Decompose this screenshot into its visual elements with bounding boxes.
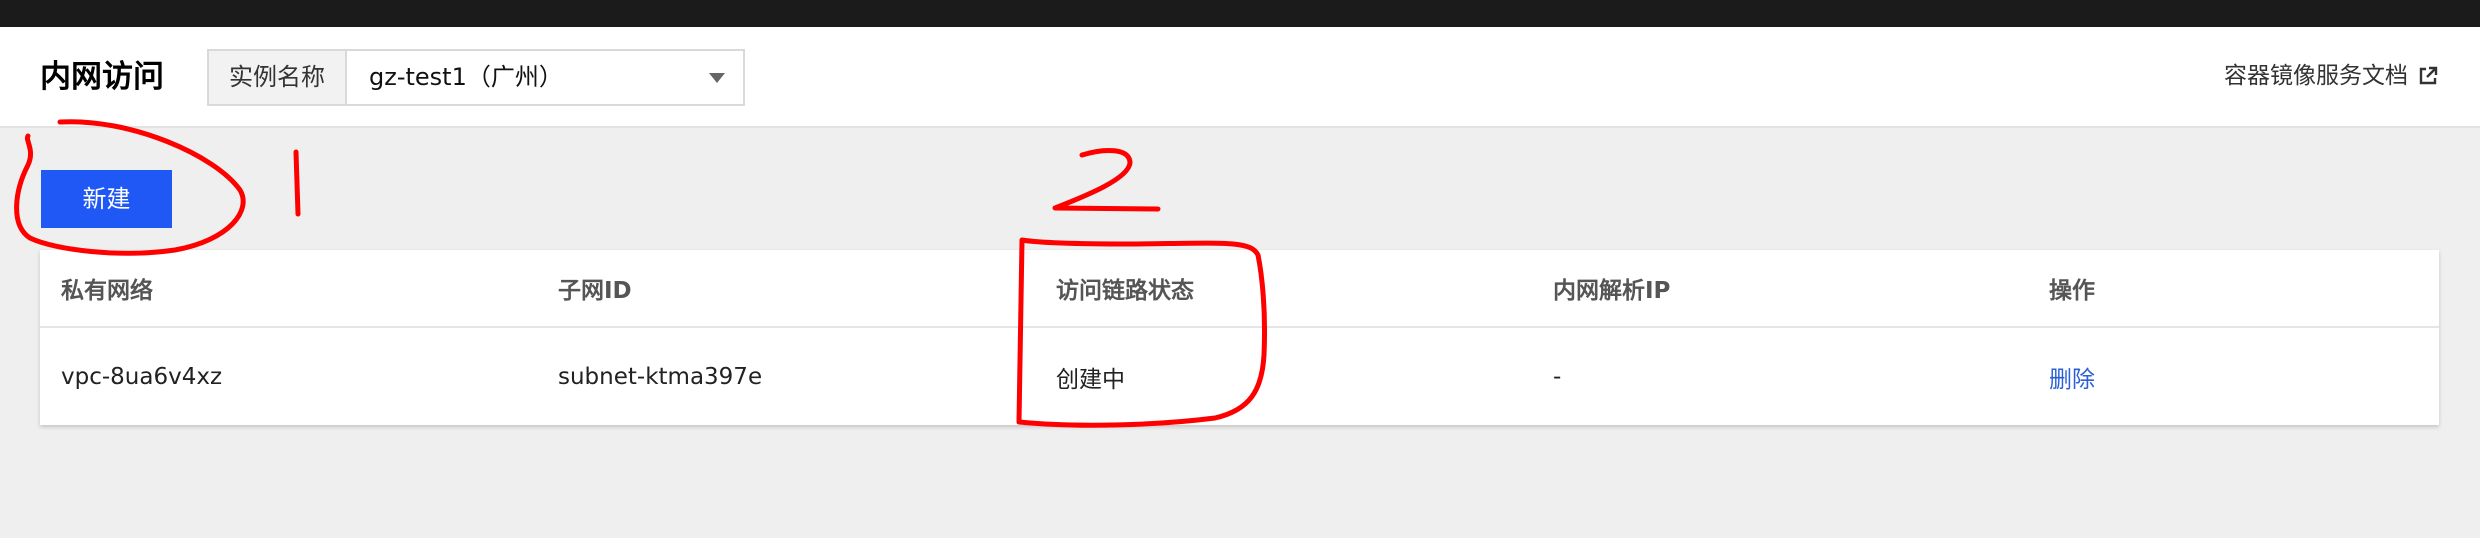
annotation-mark-2-stroke [1052, 148, 1161, 212]
cell-vpc: vpc-8ua6v4xz [61, 363, 223, 390]
top-dark-strip [0, 0, 2480, 27]
column-header-link-status: 访问链路状态 [1056, 278, 1194, 304]
instance-select[interactable]: gz-test1（广州） [345, 49, 745, 106]
instance-name-label: 实例名称 [207, 49, 347, 106]
page-title: 内网访问 [40, 59, 164, 95]
chevron-down-icon [709, 73, 725, 83]
delete-link[interactable]: 删除 [2049, 360, 2095, 394]
column-header-vpc: 私有网络 [61, 278, 153, 304]
cell-subnet: subnet-ktma397e [558, 363, 763, 390]
table-row: vpc-8ua6v4xz subnet-ktma397e 创建中 - 删除 [40, 328, 2439, 425]
external-link-icon [2418, 66, 2438, 86]
column-header-actions: 操作 [2049, 278, 2095, 304]
page-header: 内网访问 实例名称 gz-test1（广州） 容器镜像服务文档 [0, 27, 2480, 128]
annotation-mark-1-stroke [293, 149, 301, 217]
vpc-access-table: 私有网络 子网ID 访问链路状态 内网解析IP 操作 vpc-8ua6v4xz … [40, 250, 2439, 425]
cell-status: 创建中 [1056, 366, 1125, 393]
column-header-subnet-id: 子网ID [558, 278, 632, 304]
docs-link-label: 容器镜像服务文档 [2224, 63, 2408, 89]
docs-link[interactable]: 容器镜像服务文档 [2224, 61, 2438, 91]
table-header-row: 私有网络 子网ID 访问链路状态 内网解析IP 操作 [40, 250, 2439, 328]
instance-select-value: gz-test1（广州） [369, 63, 563, 91]
new-button[interactable]: 新建 [41, 170, 172, 228]
cell-internal-ip: - [1553, 363, 1562, 390]
column-header-internal-ip: 内网解析IP [1553, 278, 1671, 304]
